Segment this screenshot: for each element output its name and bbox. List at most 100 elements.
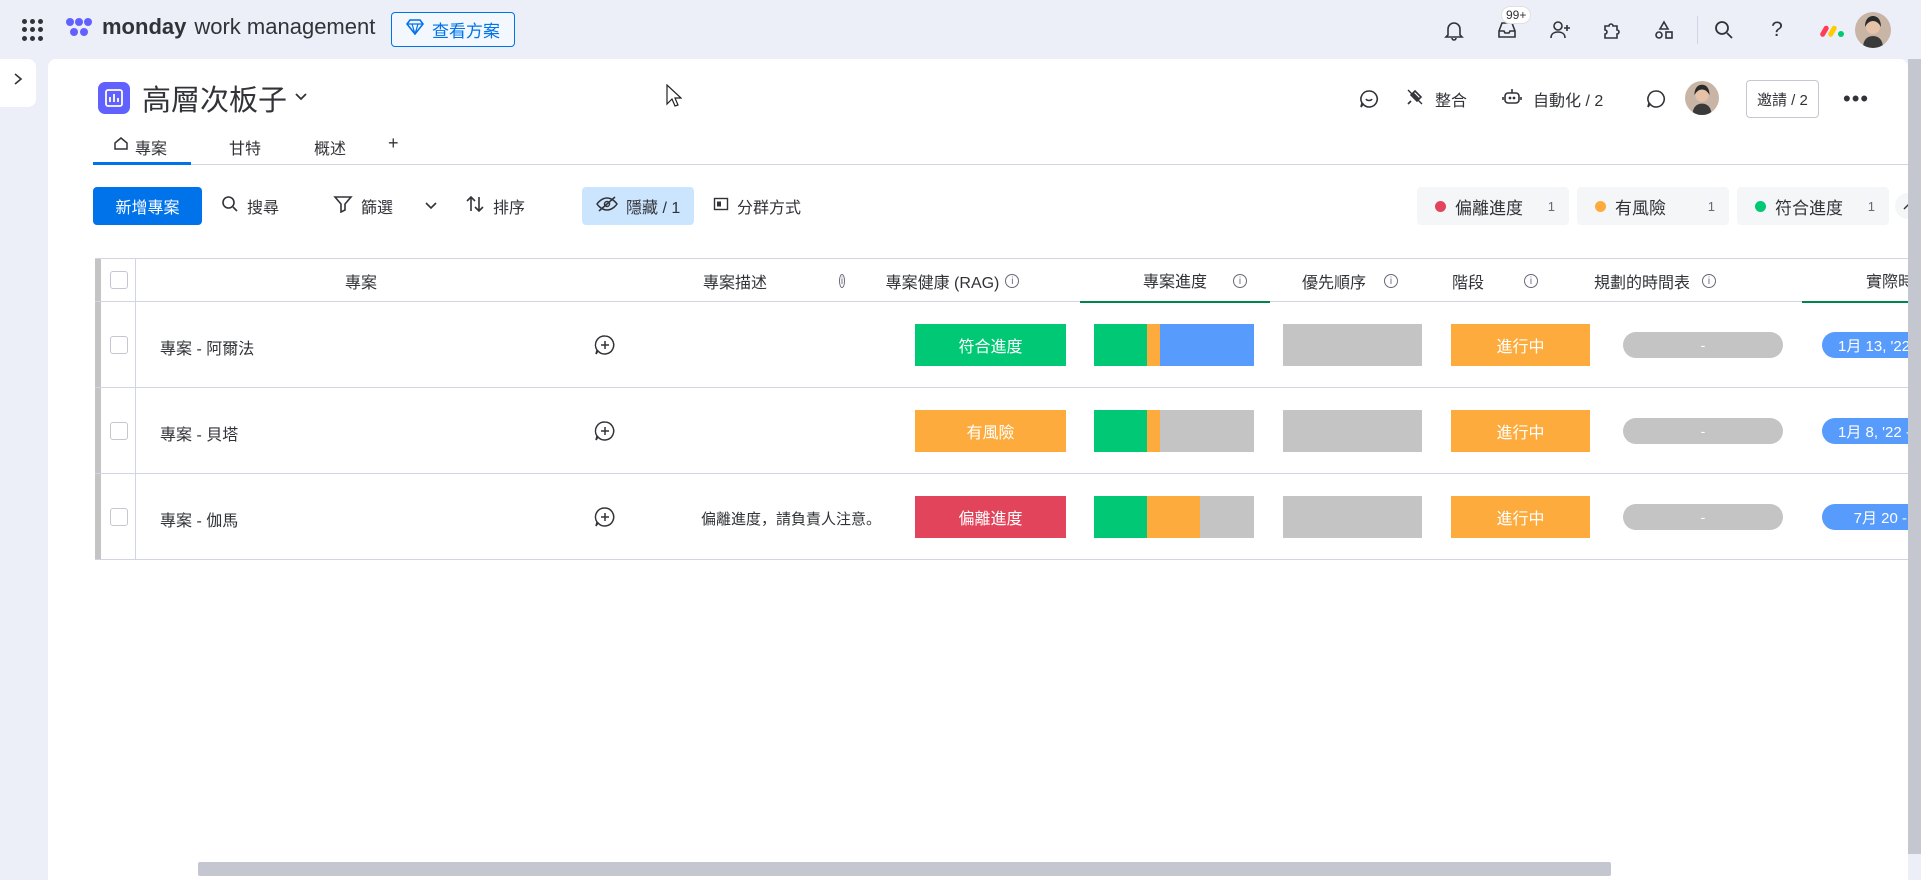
column-label: 實際時間表 — [1866, 274, 1908, 291]
tab-gantt[interactable]: 甘特 — [229, 135, 261, 159]
info-icon[interactable]: i — [1005, 274, 1020, 288]
actual-timeline-cell[interactable]: 7月 20 - 8月 19 — [1822, 504, 1908, 530]
info-icon[interactable]: i — [1225, 259, 1255, 303]
column-header-project[interactable]: 專案 — [136, 259, 586, 303]
progress-battery[interactable] — [1094, 324, 1254, 366]
group-label: 分群方式 — [737, 200, 802, 217]
add-update-icon[interactable] — [594, 506, 616, 533]
group-by-button[interactable]: 分群方式 — [713, 187, 801, 225]
progress-segment — [1094, 410, 1147, 452]
progress-battery[interactable] — [1094, 410, 1254, 452]
priority-cell[interactable] — [1283, 410, 1422, 452]
row-checkbox[interactable] — [110, 508, 128, 526]
integrate-button[interactable]: 整合 — [1405, 81, 1467, 117]
invite-button[interactable]: 邀請 / 2 — [1746, 80, 1819, 118]
search-button[interactable]: 搜尋 — [221, 187, 279, 225]
health-status-cell[interactable]: 符合進度 — [915, 324, 1066, 366]
column-header-priority[interactable]: 優先順序 i — [1275, 259, 1425, 303]
project-name[interactable]: 專案 - 伽馬 — [160, 507, 238, 531]
vertical-scrollbar[interactable] — [1908, 59, 1921, 854]
search-icon[interactable] — [1711, 17, 1737, 43]
priority-cell[interactable] — [1283, 324, 1422, 366]
project-name[interactable]: 專案 - 貝塔 — [160, 421, 238, 445]
project-description[interactable]: 偏離進度，請負責人注意。 — [701, 508, 881, 529]
more-options-icon[interactable]: ••• — [1843, 81, 1869, 117]
column-label: 階段 — [1451, 275, 1484, 292]
legend-chip-at-risk[interactable]: 有風險 1 — [1577, 187, 1729, 225]
see-plans-label: 查看方案 — [432, 22, 500, 41]
tab-overview[interactable]: 概述 — [314, 135, 346, 159]
legend-chip-on-track[interactable]: 符合進度 1 — [1737, 187, 1889, 225]
row-select-cell — [101, 474, 136, 559]
legend-chip-off-track[interactable]: 偏離進度 1 — [1417, 187, 1569, 225]
sort-button[interactable]: 排序 — [465, 187, 525, 225]
stage-cell[interactable]: 進行中 — [1451, 496, 1590, 538]
search-label: 搜尋 — [247, 200, 280, 217]
filter-dropdown-chevron-icon[interactable] — [425, 187, 437, 225]
monday-apps-icon[interactable] — [1818, 17, 1848, 43]
project-name[interactable]: 專案 - 阿爾法 — [160, 335, 254, 359]
progress-segment — [1146, 496, 1200, 538]
info-icon[interactable]: i — [1702, 274, 1716, 288]
help-icon[interactable]: ? — [1764, 17, 1790, 43]
hide-columns-button[interactable]: 隱藏 / 1 — [582, 187, 695, 225]
collapse-legend-icon[interactable] — [1895, 193, 1908, 219]
expand-sidebar-icon[interactable] — [12, 72, 24, 91]
invite-member-icon[interactable] — [1547, 17, 1573, 43]
tab-projects[interactable]: 專案 — [93, 135, 192, 165]
row-select-cell — [101, 388, 136, 473]
board-title[interactable]: 高層次板子 — [142, 77, 287, 119]
legend-label: 有風險 — [1615, 198, 1666, 218]
automate-button[interactable]: 自動化 / 2 — [1501, 81, 1603, 117]
horizontal-scrollbar[interactable] — [198, 862, 1611, 876]
column-header-stage[interactable]: 階段 i — [1425, 259, 1565, 303]
table-row[interactable]: 專案 - 伽馬 偏離進度，請負責人注意。 偏離進度 進行中 - 7月 20 - … — [95, 474, 1908, 560]
board-type-icon — [98, 82, 130, 114]
hide-label: 隱藏 / 1 — [626, 200, 681, 217]
chevron-down-icon[interactable] — [294, 89, 308, 107]
updates-icon[interactable] — [1645, 81, 1667, 117]
status-dot — [1435, 200, 1446, 212]
stage-cell[interactable]: 進行中 — [1451, 410, 1590, 452]
health-status-cell[interactable]: 有風險 — [915, 410, 1066, 452]
planned-timeline-cell[interactable]: - — [1623, 332, 1783, 358]
planned-timeline-cell[interactable]: - — [1623, 504, 1783, 530]
user-avatar[interactable] — [1855, 12, 1891, 48]
info-icon[interactable]: i — [1524, 274, 1538, 288]
column-header-description[interactable]: 專案描述 — [635, 259, 835, 303]
see-plans-button[interactable]: 查看方案 — [391, 12, 515, 47]
stage-cell[interactable]: 進行中 — [1451, 324, 1590, 366]
apps-puzzle-icon[interactable] — [1599, 17, 1625, 43]
column-header-health[interactable]: 專案健康 (RAG) i — [855, 259, 1050, 303]
column-header-planned[interactable]: 規劃的時間表 i — [1565, 259, 1745, 303]
add-view-button[interactable]: + — [388, 133, 399, 154]
info-icon[interactable]: i — [839, 259, 845, 303]
actual-timeline-cell[interactable]: 1月 13, '22 - 4月 13 — [1822, 332, 1908, 358]
filter-button[interactable]: 篩選 — [333, 187, 393, 225]
templates-icon[interactable] — [1651, 17, 1677, 43]
filter-label: 篩選 — [361, 200, 394, 217]
select-all-checkbox[interactable] — [110, 271, 128, 289]
progress-battery[interactable] — [1094, 496, 1254, 538]
sort-label: 排序 — [493, 200, 526, 217]
planned-timeline-cell[interactable]: - — [1623, 418, 1783, 444]
priority-cell[interactable] — [1283, 496, 1422, 538]
health-status-cell[interactable]: 偏離進度 — [915, 496, 1066, 538]
ai-chat-icon[interactable] — [1358, 81, 1380, 117]
board-owner-avatar[interactable] — [1685, 81, 1719, 115]
column-header-actual[interactable]: 實際時間表 — [1802, 259, 1908, 303]
table-row[interactable]: 專案 - 貝塔 有風險 進行中 - 1月 8, '22 - 4月 4, — [95, 388, 1908, 474]
row-checkbox[interactable] — [110, 422, 128, 440]
notifications-bell-icon[interactable] — [1441, 17, 1467, 43]
brand-logo[interactable]: monday work management — [64, 14, 375, 40]
add-update-icon[interactable] — [594, 334, 616, 361]
new-project-button[interactable]: 新增專案 — [93, 187, 202, 225]
add-update-icon[interactable] — [594, 420, 616, 447]
row-checkbox[interactable] — [110, 336, 128, 354]
home-icon — [113, 135, 129, 156]
table-row[interactable]: 專案 - 阿爾法 符合進度 進行中 - 1月 13, '22 - 4月 13 — [95, 302, 1908, 388]
app-launcher-icon[interactable] — [22, 19, 44, 41]
info-icon[interactable]: i — [1384, 274, 1398, 288]
actual-timeline-cell[interactable]: 1月 8, '22 - 4月 4, — [1822, 418, 1908, 444]
tab-label: 專案 — [135, 141, 168, 158]
